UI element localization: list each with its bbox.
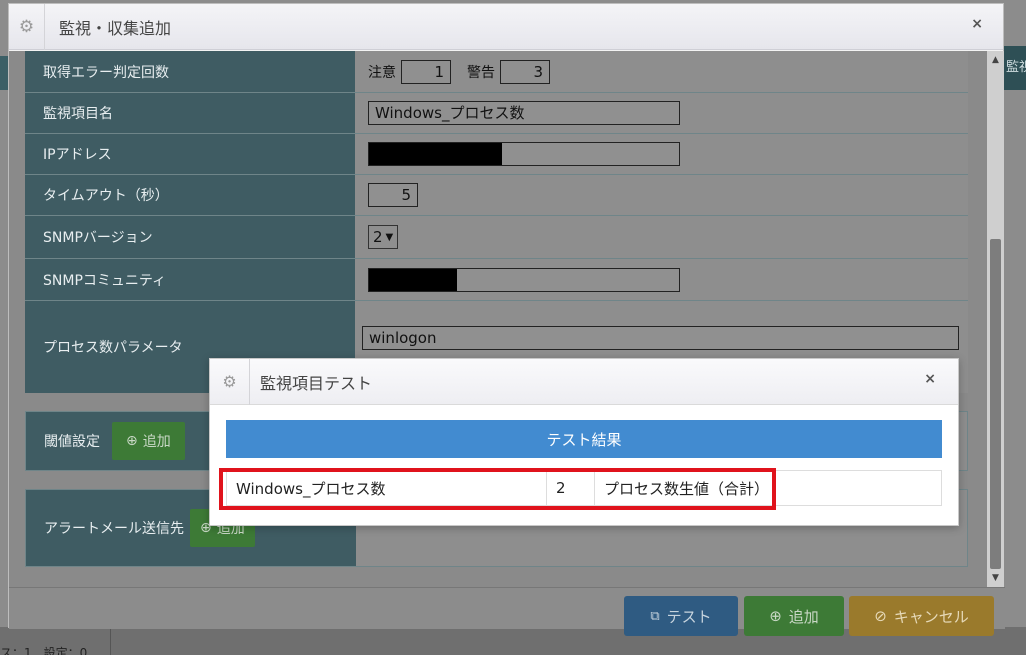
redacted-block: [369, 143, 502, 165]
caution-input[interactable]: 1: [401, 59, 451, 84]
monitor-test-modal: ⚙ 監視項目テスト × テスト結果 Windows_プロセス数 2 プロセス数生…: [209, 358, 959, 526]
timeout-label: タイムアウト（秒）: [25, 175, 355, 215]
threshold-add-label: 追加: [142, 434, 171, 450]
chevron-down-icon: ▼: [385, 231, 394, 243]
dialog-footer: ⧉ テスト ⊕ 追加 ⊘ キャンセル: [9, 587, 1005, 636]
background-status-text: ス：1 設定：0: [0, 646, 88, 655]
result-value: 2: [547, 471, 595, 505]
timeout-value: 5: [355, 175, 968, 215]
background-right-tab-label: 監視: [1006, 60, 1026, 75]
row-error-count: 取得エラー判定回数 注意 1 警告 3: [25, 51, 968, 93]
snmp-version-selected: 2: [373, 228, 383, 246]
background-left-tab: [0, 56, 8, 90]
row-snmp-community: SNMPコミュニティ: [25, 259, 968, 301]
timeout-input[interactable]: 5: [368, 183, 418, 207]
row-item-name: 監視項目名 Windows_プロセス数: [25, 93, 968, 134]
row-timeout: タイムアウト（秒） 5: [25, 175, 968, 216]
row-snmp-version: SNMPバージョン 2 ▼: [25, 216, 968, 259]
add-button[interactable]: ⊕ 追加: [744, 596, 844, 636]
sitemap-icon: ⧉: [650, 608, 660, 624]
item-name-input[interactable]: Windows_プロセス数: [368, 101, 680, 125]
caution-label: 注意: [368, 64, 396, 81]
scroll-down-arrow-icon[interactable]: ▼: [987, 573, 1004, 583]
plus-circle-icon: ⊕: [126, 433, 138, 449]
alert-mail-label: アラートメール送信先: [44, 521, 184, 537]
row-ip-address: IPアドレス: [25, 134, 968, 175]
scroll-up-arrow-icon[interactable]: ▲: [987, 55, 1004, 65]
result-item-name: Windows_プロセス数: [227, 471, 547, 505]
background-right-tab[interactable]: 監視: [1004, 46, 1026, 90]
test-result-header: テスト結果: [226, 420, 942, 458]
redacted-block: [369, 268, 457, 291]
item-name-label: 監視項目名: [25, 93, 355, 133]
snmp-community-value: [355, 259, 968, 300]
process-param-input[interactable]: winlogon: [362, 326, 959, 350]
modal-title: 監視項目テスト: [260, 373, 373, 393]
gear-icon: ⚙: [210, 358, 250, 405]
snmp-version-select[interactable]: 2 ▼: [368, 225, 399, 249]
plus-circle-icon: ⊕: [769, 607, 782, 625]
snmp-version-value: 2 ▼: [355, 216, 968, 258]
cancel-button-label: キャンセル: [893, 607, 969, 626]
dialog-close-button[interactable]: ×: [971, 16, 983, 32]
test-result-row: Windows_プロセス数 2 プロセス数生値（合計）: [226, 470, 942, 506]
snmp-community-label: SNMPコミュニティ: [25, 259, 355, 300]
threshold-add-button[interactable]: ⊕ 追加: [112, 422, 185, 460]
test-button[interactable]: ⧉ テスト: [624, 596, 738, 636]
snmp-community-input[interactable]: [368, 267, 680, 292]
add-button-label: 追加: [788, 607, 819, 626]
gear-icon: ⚙: [9, 3, 45, 50]
warning-label: 警告: [467, 64, 495, 81]
monitor-add-dialog: ⚙ 監視・収集追加 × 取得エラー判定回数 注意 1 警告 3 監視項目名 Wi…: [8, 3, 1005, 636]
item-name-value: Windows_プロセス数: [355, 93, 968, 133]
warning-input[interactable]: 3: [500, 59, 550, 84]
result-description: プロセス数生値（合計）: [604, 479, 770, 498]
snmp-version-label: SNMPバージョン: [25, 216, 355, 258]
scrollbar-thumb[interactable]: [990, 239, 1001, 569]
modal-close-button[interactable]: ×: [924, 371, 936, 387]
error-count-value: 注意 1 警告 3: [355, 51, 968, 92]
ip-address-value: [355, 134, 968, 174]
background-status-divider: [110, 627, 111, 655]
error-count-label: 取得エラー判定回数: [25, 51, 355, 92]
cancel-button[interactable]: ⊘ キャンセル: [849, 596, 994, 636]
ban-icon: ⊘: [874, 607, 887, 625]
test-button-label: テスト: [666, 607, 712, 626]
threshold-label: 閾値設定: [44, 434, 100, 450]
dialog-scrollbar[interactable]: ▲ ▼: [987, 51, 1004, 587]
ip-address-label: IPアドレス: [25, 134, 355, 174]
dialog-title: 監視・収集追加: [59, 18, 172, 38]
ip-address-input[interactable]: [368, 142, 680, 166]
dialog-header: ⚙ 監視・収集追加: [9, 3, 1003, 50]
modal-header: ⚙ 監視項目テスト: [210, 358, 958, 405]
